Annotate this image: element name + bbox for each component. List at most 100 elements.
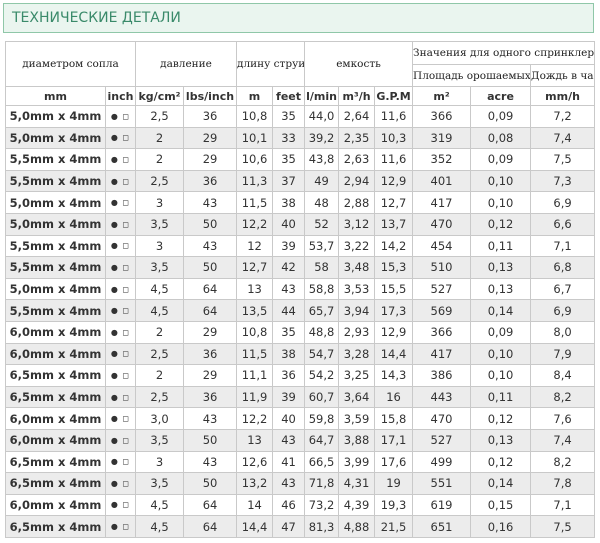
unit-header: m²: [412, 86, 472, 106]
value-cell: 60,7: [304, 385, 340, 409]
value-cell: 7,1: [530, 493, 596, 517]
value-cell: 4,39: [338, 493, 376, 517]
inch-icons-cell: ● ◻: [105, 148, 136, 171]
table-row: 5,0mm x 4mm ● ◻ 4,5 64 13 43 58,8 3,53 15,5 527 0,…: [5, 277, 596, 301]
value-cell: 4,5: [135, 493, 184, 517]
value-cell: 10,3: [374, 126, 414, 150]
value-cell: 29: [182, 126, 238, 150]
unit-header: kg/cm²: [135, 86, 184, 106]
value-cell: 0,10: [470, 191, 532, 214]
value-cell: 319: [412, 126, 472, 150]
value-cell: 13,7: [374, 212, 414, 236]
unit-header: feet: [272, 86, 306, 106]
table-row: 5,0mm x 4mm ● ◻ 3,5 50 12,2 40 52 3,12 13,7 470 0,…: [5, 212, 596, 236]
value-cell: 43: [182, 191, 238, 214]
unit-header: mm: [5, 86, 106, 106]
inch-icons-cell: ● ◻: [105, 212, 136, 236]
nozzle-size-cell: 5,0mm x 4mm: [5, 212, 106, 236]
value-cell: 44: [272, 299, 306, 322]
inch-icons-cell: ● ◻: [105, 320, 136, 344]
value-cell: 0,16: [470, 515, 532, 538]
value-cell: 3: [135, 191, 184, 214]
value-cell: 7,5: [530, 148, 596, 171]
value-cell: 2,5: [135, 105, 184, 128]
value-cell: 50: [182, 472, 238, 495]
value-cell: 3,5: [135, 472, 184, 495]
value-cell: 29: [182, 148, 238, 171]
value-cell: 12,9: [374, 320, 414, 344]
value-cell: 366: [412, 320, 472, 344]
value-cell: 38: [272, 342, 306, 366]
nozzle-size-cell: 5,0mm x 4mm: [5, 191, 106, 214]
value-cell: 43: [182, 407, 238, 430]
value-cell: 352: [412, 148, 472, 171]
value-cell: 386: [412, 364, 472, 387]
value-cell: 7,1: [530, 234, 596, 258]
value-cell: 0,09: [470, 320, 532, 344]
value-cell: 36: [182, 385, 238, 409]
value-cell: 17,6: [374, 450, 414, 474]
value-cell: 11,5: [236, 191, 274, 214]
value-cell: 0,09: [470, 148, 532, 171]
value-cell: 470: [412, 407, 472, 430]
value-cell: 29: [182, 320, 238, 344]
inch-icons-cell: ● ◻: [105, 342, 136, 366]
value-cell: 7,3: [530, 169, 596, 193]
value-cell: 3,5: [135, 428, 184, 452]
unit-header: m: [236, 86, 274, 106]
table-row: 5,0mm x 4mm ● ◻ 3 43 11,5 38 48 2,88 12,7 417 0,10…: [5, 191, 596, 214]
nozzle-size-cell: 6,0mm x 4mm: [5, 493, 106, 517]
units-row: mm inch kg/cm² lbs/inch m feet l/min m³/h G.P.M m…: [5, 86, 596, 106]
value-cell: 366: [412, 105, 472, 128]
value-cell: 16: [374, 385, 414, 409]
value-cell: 454: [412, 234, 472, 258]
value-cell: 36: [272, 364, 306, 387]
value-cell: 510: [412, 256, 472, 279]
nozzle-size-cell: 6,0mm x 4mm: [5, 428, 106, 452]
value-cell: 2: [135, 320, 184, 344]
value-cell: 7,2: [530, 105, 596, 128]
value-cell: 17,1: [374, 428, 414, 452]
value-cell: 15,3: [374, 256, 414, 279]
value-cell: 35: [272, 320, 306, 344]
inch-icons-cell: ● ◻: [105, 277, 136, 301]
value-cell: 66,5: [304, 450, 340, 474]
table-row: 5,5mm x 4mm ● ◻ 2,5 36 11,3 37 49 2,94 12,9 401 0,…: [5, 169, 596, 193]
value-cell: 42: [272, 256, 306, 279]
value-cell: 47: [272, 515, 306, 538]
table-row: 6,5mm x 4mm ● ◻ 3,5 50 13,2 43 71,8 4,31 19 551 0,…: [5, 472, 596, 495]
value-cell: 36: [182, 169, 238, 193]
nozzle-size-cell: 5,5mm x 4mm: [5, 256, 106, 279]
value-cell: 48,8: [304, 320, 340, 344]
value-cell: 3,5: [135, 212, 184, 236]
value-cell: 13,2: [236, 472, 274, 495]
value-cell: 50: [182, 256, 238, 279]
table-body: 5,0mm x 4mm ● ◻ 2,5 36 10,8 35 44,0 2,64 11,6 366…: [5, 105, 596, 538]
value-cell: 2,5: [135, 169, 184, 193]
table-row: 6,5mm x 4mm ● ◻ 2 29 11,1 36 54,2 3,25 14,3 386 0,…: [5, 364, 596, 387]
value-cell: 12: [236, 234, 274, 258]
header-capacity: емкость: [304, 41, 414, 87]
value-cell: 4,5: [135, 299, 184, 322]
value-cell: 41: [272, 450, 306, 474]
unit-header: lbs/inch: [182, 86, 238, 106]
unit-header: acre: [470, 86, 532, 106]
value-cell: 8,2: [530, 450, 596, 474]
inch-icons-cell: ● ◻: [105, 385, 136, 409]
value-cell: 12,2: [236, 212, 274, 236]
value-cell: 7,4: [530, 428, 596, 452]
value-cell: 3: [135, 234, 184, 258]
value-cell: 0,13: [470, 277, 532, 301]
value-cell: 53,7: [304, 234, 340, 258]
value-cell: 12,9: [374, 169, 414, 193]
value-cell: 0,13: [470, 256, 532, 279]
value-cell: 64: [182, 493, 238, 517]
value-cell: 3,99: [338, 450, 376, 474]
value-cell: 59,8: [304, 407, 340, 430]
value-cell: 43: [272, 428, 306, 452]
nozzle-size-cell: 5,5mm x 4mm: [5, 234, 106, 258]
table-row: 6,5mm x 4mm ● ◻ 2,5 36 11,9 39 60,7 3,64 16 443 0,…: [5, 385, 596, 409]
value-cell: 11,6: [374, 105, 414, 128]
value-cell: 39,2: [304, 126, 340, 150]
value-cell: 3,12: [338, 212, 376, 236]
